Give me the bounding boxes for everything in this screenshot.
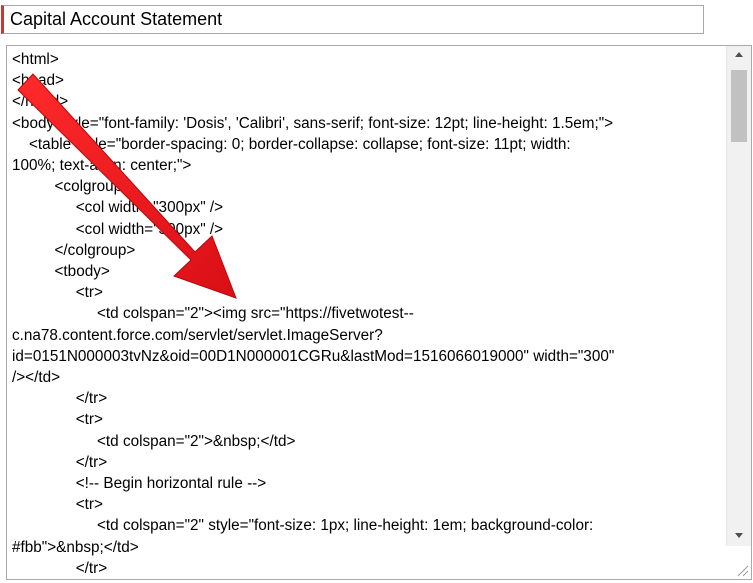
code-line: <tr> xyxy=(12,284,103,302)
code-line: <!-- Begin horizontal rule --> xyxy=(12,475,267,493)
code-line: <td colspan="2"><img src="https://fivetw… xyxy=(12,305,414,323)
code-line: <col width="300px" /> xyxy=(12,220,224,238)
resize-grip-icon[interactable] xyxy=(726,546,751,579)
code-line: c.na78.content.force.com/servlet/servlet… xyxy=(12,326,383,344)
code-line: </head> xyxy=(12,93,69,111)
code-line: </colgroup> xyxy=(12,241,136,259)
code-line: <td colspan="2" style="font-size: 1px; l… xyxy=(12,517,594,535)
scrollbar-thumb[interactable] xyxy=(731,70,747,142)
title-input[interactable]: Capital Account Statement xyxy=(1,5,704,34)
code-line: /></td> xyxy=(12,369,61,387)
code-line: </tr> xyxy=(12,559,108,577)
html-source-textarea[interactable]: <html> <head> </head> <body style="font-… xyxy=(6,45,752,580)
code-content[interactable]: <html> <head> </head> <body style="font-… xyxy=(7,46,726,579)
code-line: <colgroup> xyxy=(12,178,132,196)
code-line: <table style="border-spacing: 0; border-… xyxy=(12,135,571,153)
code-line: id=0151N000003tvNz&oid=00D1N000001CGRu&l… xyxy=(12,347,615,365)
scroll-down-arrow-icon[interactable] xyxy=(727,527,751,544)
code-line: <td colspan="2">&nbsp;</td> xyxy=(12,432,296,450)
code-line: <tr> xyxy=(12,411,103,429)
code-line: </tr> xyxy=(12,390,108,408)
code-line: 100%; text-align: center;"> xyxy=(12,157,192,175)
page: Capital Account Statement <html> <head> … xyxy=(0,0,753,583)
code-line: <head> xyxy=(12,72,64,90)
code-line: <tr> xyxy=(12,496,103,514)
code-line: </tr> xyxy=(12,453,108,471)
code-line: <html> xyxy=(12,51,59,68)
scroll-up-arrow-icon[interactable] xyxy=(727,46,751,63)
code-line: #fbb">&nbsp;</td> xyxy=(12,538,139,556)
code-line: <body style="font-family: 'Dosis', 'Cali… xyxy=(12,114,614,132)
code-line: <col width="300px" /> xyxy=(12,199,224,217)
vertical-scrollbar[interactable] xyxy=(726,46,751,579)
code-line: <tbody> xyxy=(12,263,110,281)
